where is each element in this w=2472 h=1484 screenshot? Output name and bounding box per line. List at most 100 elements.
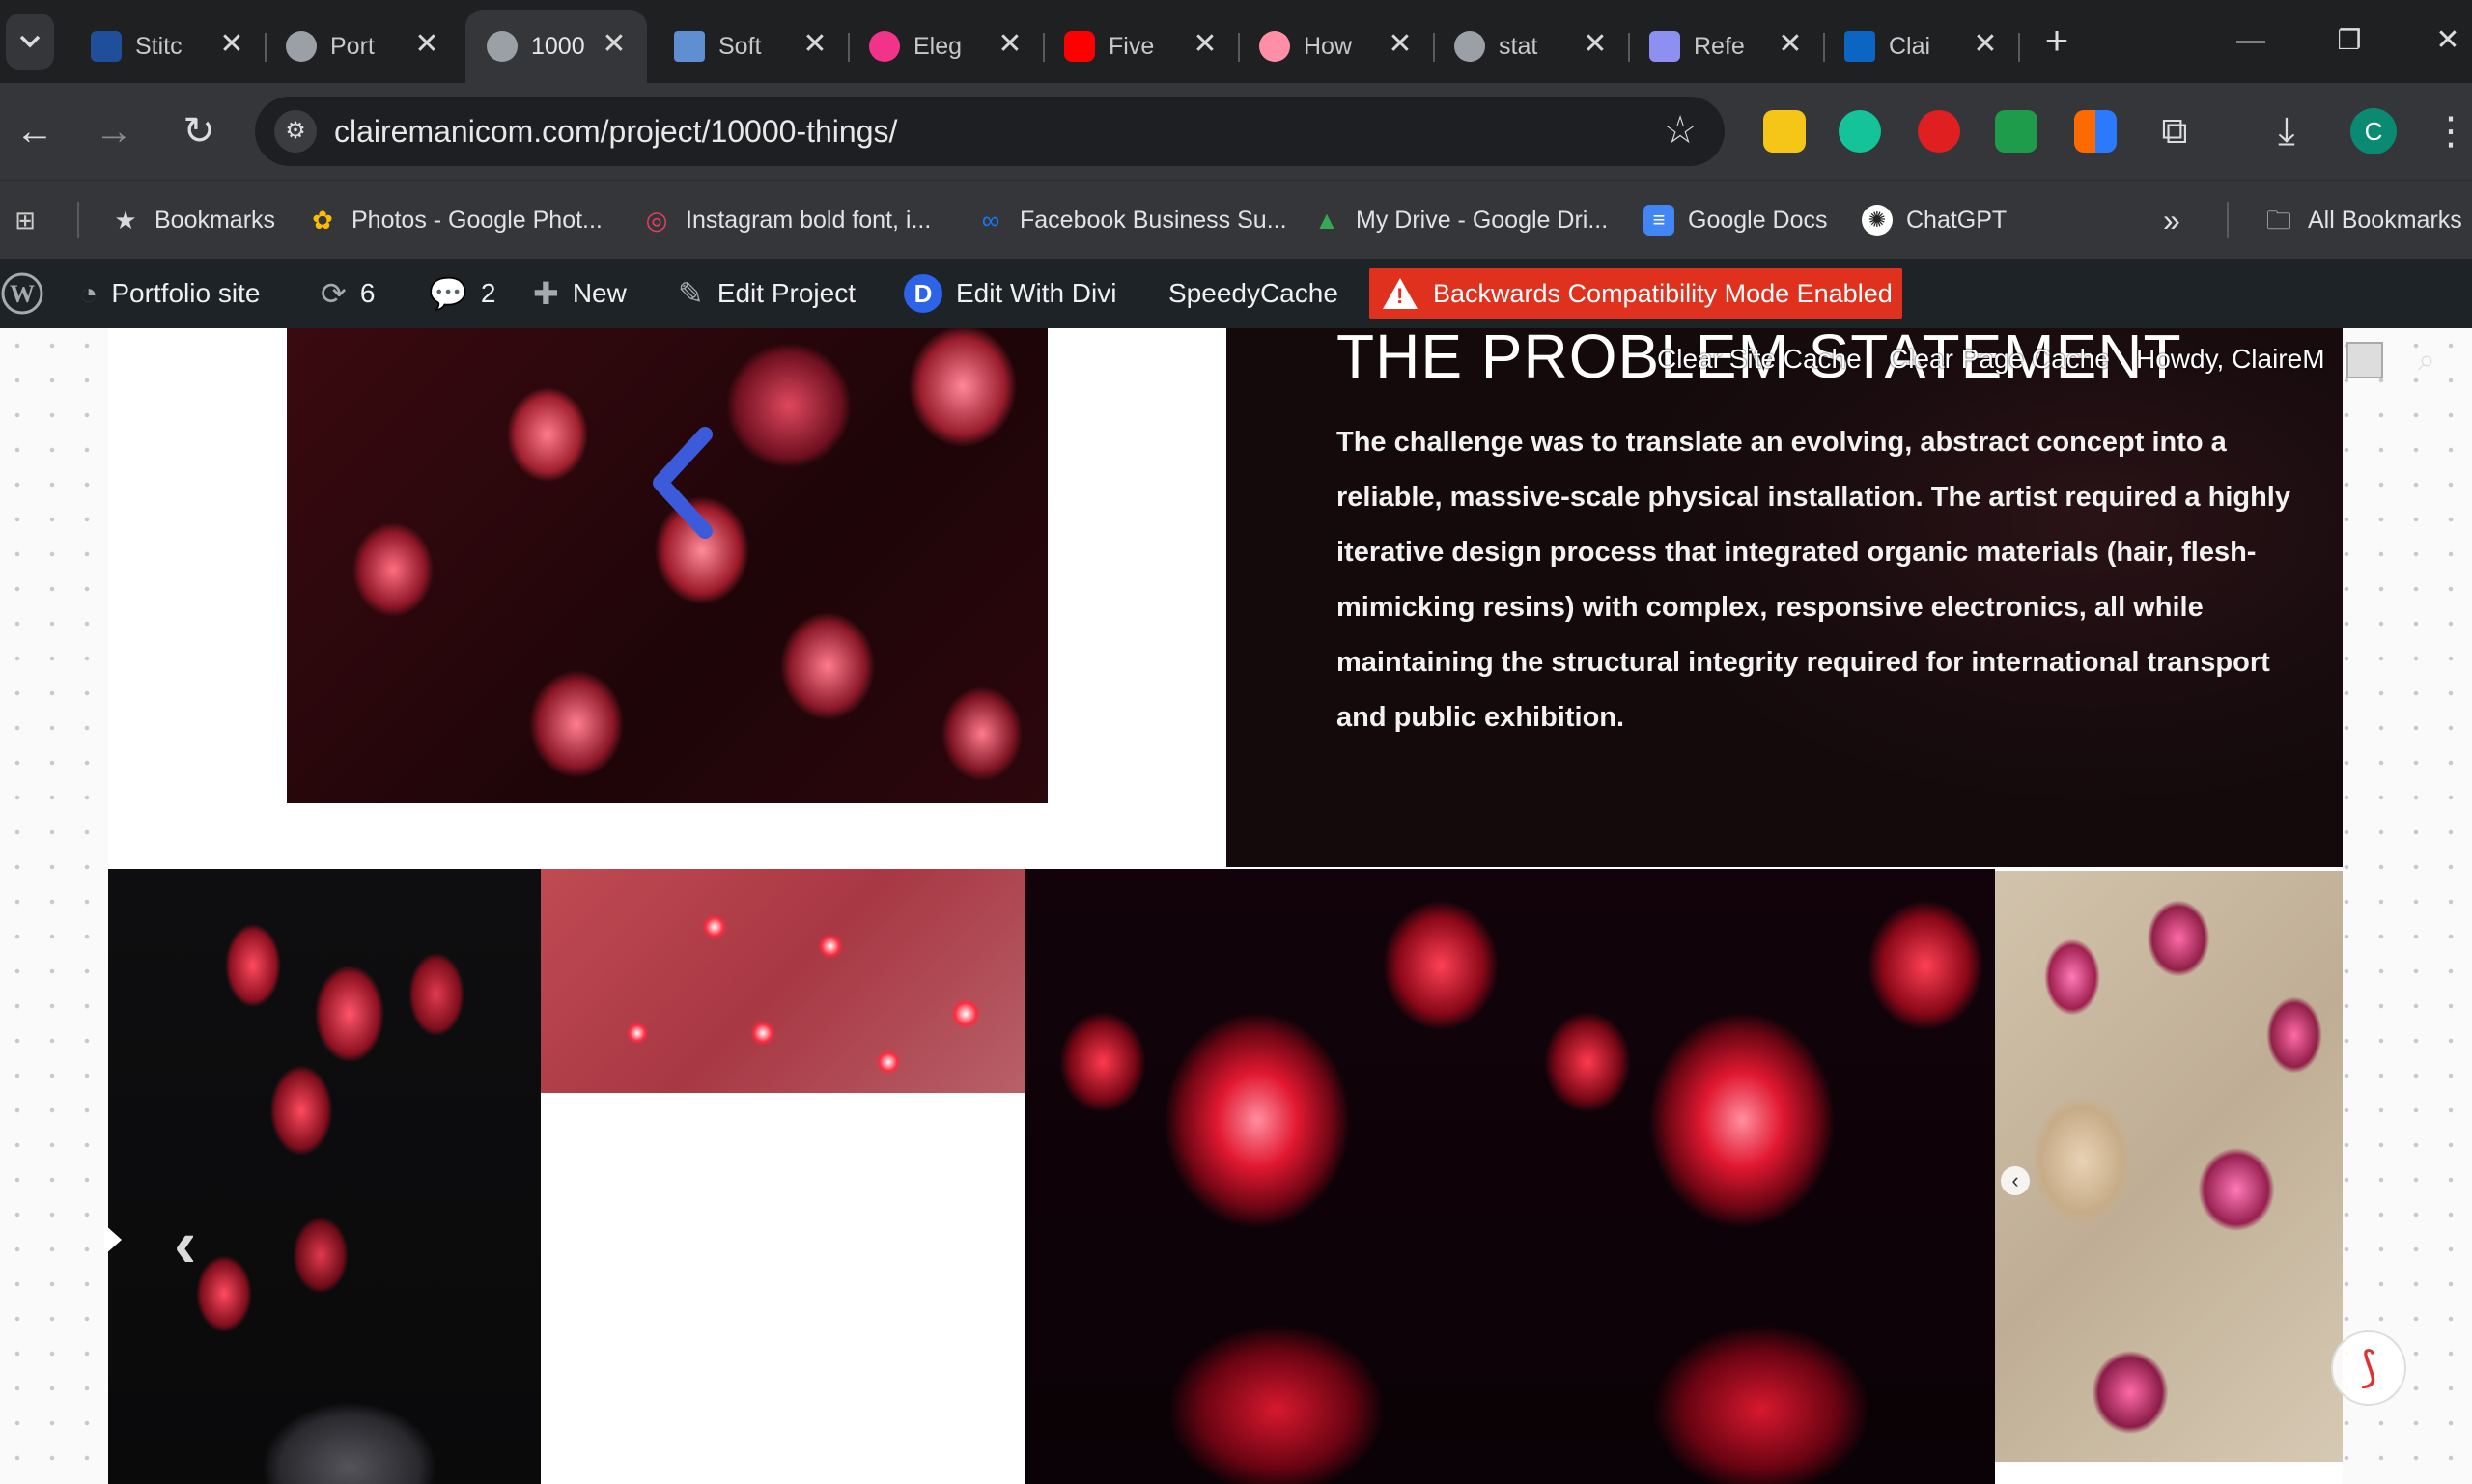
wp-site-name[interactable]: ◔ Portfolio site — [79, 259, 260, 328]
bookmark-facebook[interactable]: ∞ Facebook Business Su... — [975, 200, 1287, 240]
pdf-icon[interactable]: ⟆ — [2331, 1330, 2406, 1406]
instagram-icon: ◎ — [645, 206, 668, 235]
gallery-prev-chevron-icon[interactable]: ‹ — [174, 1205, 196, 1282]
gallery-image-5[interactable] — [1995, 871, 2343, 1462]
more-bookmarks-icon[interactable]: » — [2163, 200, 2180, 240]
warning-icon: ! — [1383, 278, 1418, 309]
close-icon[interactable]: ✕ — [599, 29, 630, 60]
bookmark-chatgpt[interactable]: ✺ ChatGPT — [1862, 200, 2007, 240]
favicon-icon — [91, 31, 122, 62]
hero-slider-image — [287, 328, 1048, 803]
extensions-puzzle-icon[interactable]: ⧉ — [2148, 104, 2202, 158]
reload-button[interactable]: ↻ — [172, 104, 226, 158]
globe-icon — [1454, 31, 1485, 62]
close-window-button[interactable]: ✕ — [2424, 19, 2472, 62]
close-icon[interactable]: ✕ — [800, 29, 830, 60]
globe-icon — [487, 31, 518, 62]
comment-icon: 💬 — [429, 276, 467, 311]
keep-extension-icon[interactable] — [1763, 110, 1806, 153]
forward-button[interactable]: → — [87, 104, 141, 158]
bookmark-bookmarks[interactable]: ★ Bookmarks — [110, 200, 275, 240]
bookmark-star-icon[interactable]: ☆ — [1663, 108, 1698, 153]
problem-statement-text: The challenge was to translate an evolvi… — [1336, 427, 2290, 733]
gallery-image-3[interactable] — [1025, 869, 1510, 1484]
address-bar[interactable]: ⚙ clairemanicom.com/project/10000-things… — [255, 97, 1725, 166]
tab-soft[interactable]: Soft ✕ — [653, 10, 850, 83]
gallery-image-5-prev-icon[interactable]: ‹ — [2001, 1166, 2030, 1195]
gallery-image-1[interactable] — [108, 869, 541, 1484]
pencil-icon: ✎ — [678, 276, 704, 311]
apps-grid-icon[interactable]: ⊞ — [10, 200, 54, 240]
tab-how[interactable]: How ✕ — [1238, 10, 1435, 83]
tab-strip: Stitc ✕ Port ✕ 1000 ✕ Soft ✕ Eleg ✕ Five… — [0, 0, 2472, 83]
tab-search-button[interactable] — [6, 14, 54, 70]
search-icon[interactable]: ⌕ — [2418, 342, 2435, 378]
close-icon[interactable]: ✕ — [1775, 29, 1806, 60]
close-icon[interactable]: ✕ — [1970, 29, 2001, 60]
tab-youtube-five[interactable]: Five ✕ — [1043, 10, 1240, 83]
wp-edit-with-divi[interactable]: D Edit With Divi — [904, 259, 1116, 328]
favicon-icon — [1649, 31, 1680, 62]
close-icon[interactable]: ✕ — [216, 29, 247, 60]
tab-linkedin[interactable]: Clai ✕ — [1823, 10, 2020, 83]
tab-portfolio[interactable]: Port ✕ — [265, 10, 460, 83]
download-icon[interactable]: ⤓ — [2260, 104, 2314, 158]
star-icon: ★ — [114, 206, 137, 235]
wp-comments[interactable]: 💬 2 — [429, 259, 495, 328]
google-drive-icon: ▲ — [1314, 206, 1339, 235]
wp-new[interactable]: ✚ New — [533, 259, 627, 328]
url-text[interactable]: clairemanicom.com/project/10000-things/ — [334, 114, 897, 150]
new-tab-button[interactable]: + — [2036, 20, 2078, 64]
office-extension-icon[interactable] — [2074, 110, 2117, 153]
tab-stitch[interactable]: Stitc ✕ — [70, 10, 267, 83]
menu-kebab-icon[interactable]: ⋮ — [2424, 104, 2472, 158]
youtube-icon — [1064, 31, 1095, 62]
gallery-image-4[interactable] — [1510, 869, 1995, 1484]
close-icon[interactable]: ✕ — [995, 29, 1025, 60]
clear-site-cache-link[interactable]: Clear Site Cache — [1657, 344, 1862, 375]
globe-icon — [286, 31, 317, 62]
wordpress-logo[interactable]: W — [0, 259, 44, 328]
plus-icon: ✚ — [533, 276, 559, 311]
howdy-user-link[interactable]: Howdy, ClaireM — [2136, 344, 2325, 375]
profile-avatar[interactable]: C — [2350, 108, 2397, 154]
all-bookmarks[interactable]: 🗀 All Bookmarks — [2263, 200, 2462, 240]
google-photos-icon: ✿ — [312, 206, 333, 235]
slider-prev-chevron-icon[interactable] — [643, 425, 720, 541]
gallery-side-arrow-icon[interactable] — [104, 1224, 122, 1255]
tab-10000-things[interactable]: 1000 ✕ — [465, 10, 647, 83]
grammarly-extension-icon[interactable] — [1839, 110, 1881, 153]
close-icon[interactable]: ✕ — [411, 29, 442, 60]
green-extension-icon[interactable] — [1995, 110, 2037, 153]
meta-icon: ∞ — [981, 206, 1000, 235]
page-background: THE PROBLEM STATEMENT The challenge was … — [0, 328, 2472, 1484]
bookmark-instagram[interactable]: ◎ Instagram bold font, i... — [641, 200, 932, 240]
bookmark-photos[interactable]: ✿ Photos - Google Phot... — [307, 200, 603, 240]
bookmark-docs[interactable]: ≡ Google Docs — [1643, 200, 1828, 240]
close-icon[interactable]: ✕ — [1190, 29, 1221, 60]
chevron-down-icon — [19, 35, 41, 48]
wp-updates[interactable]: ⟳ 6 — [321, 259, 375, 328]
wordpress-icon: W — [1, 272, 43, 315]
tab-stat[interactable]: stat ✕ — [1433, 10, 1630, 83]
close-icon[interactable]: ✕ — [1385, 29, 1416, 60]
block-extension-icon[interactable] — [1918, 110, 1960, 153]
wp-edit-project[interactable]: ✎ Edit Project — [678, 259, 856, 328]
tab-elegant[interactable]: Eleg ✕ — [848, 10, 1045, 83]
close-icon[interactable]: ✕ — [1580, 29, 1611, 60]
asterisk-icon — [1259, 31, 1290, 62]
tab-reference[interactable]: Refe ✕ — [1628, 10, 1825, 83]
back-button[interactable]: ← — [8, 104, 62, 158]
compatibility-warning-badge[interactable]: ! Backwards Compatibility Mode Enabled — [1369, 268, 1902, 319]
site-settings-icon[interactable]: ⚙ — [274, 110, 317, 153]
wp-speedycache[interactable]: SpeedyCache — [1168, 259, 1338, 328]
chatgpt-icon: ✺ — [1862, 205, 1893, 236]
restore-button[interactable]: ❐ — [2325, 19, 2374, 62]
user-avatar[interactable] — [2346, 342, 2383, 378]
wp-admin-bar: W ◔ Portfolio site ⟳ 6 💬 2 ✚ New ✎ Edit Proje… — [0, 259, 2472, 328]
minimize-button[interactable]: — — [2227, 19, 2275, 62]
divi-icon: D — [904, 274, 942, 313]
bookmark-drive[interactable]: ▲ My Drive - Google Dri... — [1311, 200, 1608, 240]
clear-page-cache-link[interactable]: Clear Page Cache — [1889, 344, 2110, 375]
gallery-image-2[interactable] — [541, 869, 1025, 1093]
